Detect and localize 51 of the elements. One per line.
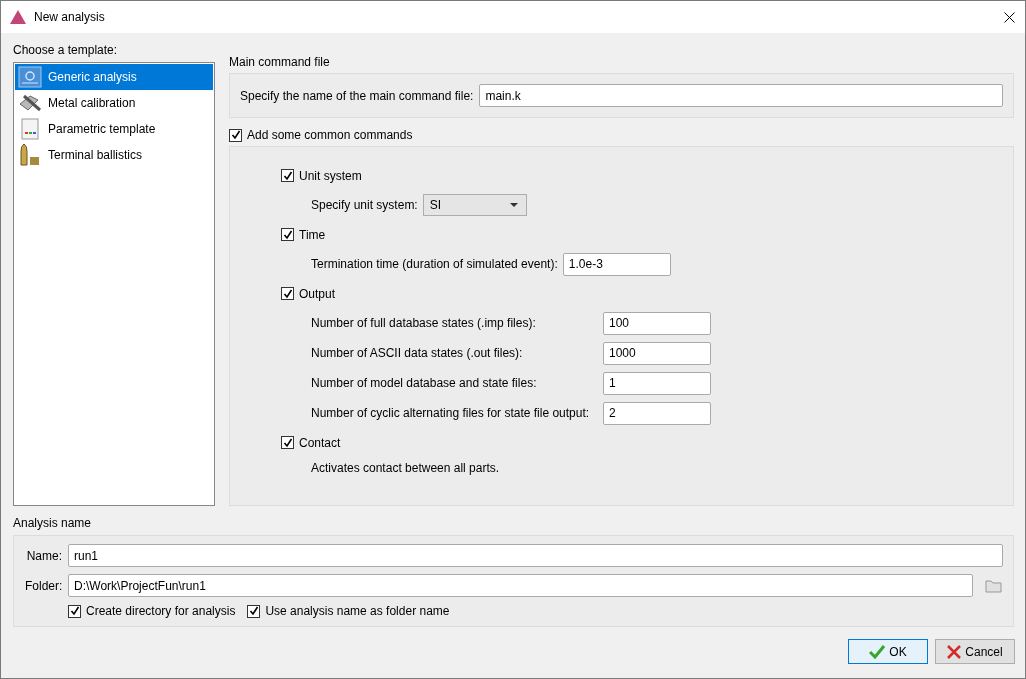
- group-heading: Analysis name: [13, 516, 93, 530]
- cancel-button[interactable]: Cancel: [935, 639, 1015, 664]
- checkbox[interactable]: [281, 287, 294, 300]
- field-label: Specify the name of the main command file:: [240, 88, 474, 103]
- template-item[interactable]: Generic analysis: [15, 64, 213, 90]
- checkbox[interactable]: [281, 228, 294, 241]
- input-field[interactable]: 2: [603, 401, 711, 425]
- input-field[interactable]: 1.0e-3: [562, 252, 671, 276]
- field-label: Name:: [25, 548, 62, 563]
- template-item[interactable]: Terminal ballistics: [15, 142, 213, 168]
- field-label: Number of cyclic alternating files for state file output:: [311, 406, 591, 420]
- checkbox-label: Use analysis name as folder name: [265, 604, 450, 618]
- checkbox-label: Time: [299, 227, 326, 242]
- checkmark-icon: [869, 644, 886, 659]
- field-label: Number of full database states (.imp files):: [311, 316, 537, 330]
- field-label: Number of ASCII data states (.out files):: [311, 346, 524, 360]
- template-item[interactable]: Metal calibration: [15, 90, 213, 116]
- ok-button[interactable]: OK: [848, 639, 928, 664]
- close-icon[interactable]: [1004, 11, 1015, 23]
- bullet-icon: [18, 143, 42, 167]
- cross-icon: [947, 644, 962, 659]
- checkbox-label: Add some common commands: [247, 128, 413, 142]
- template-list-label: Choose a template:: [13, 43, 119, 57]
- wrench-metal-icon: [18, 92, 42, 114]
- unit-dropdown[interactable]: SI: [422, 194, 527, 216]
- checkbox-label: Output: [299, 286, 336, 301]
- caret-icon: [509, 203, 518, 207]
- app-logo-icon: [10, 10, 26, 24]
- checkbox-label: Create directory for analysis: [86, 604, 236, 618]
- window-title: New analysis: [34, 10, 106, 24]
- field-label: Specify unit system:: [311, 198, 418, 212]
- input-field[interactable]: D:\Work\ProjectFun\run1: [68, 574, 973, 597]
- checkbox-label: Unit system: [299, 168, 362, 183]
- input-field[interactable]: main.k: [479, 84, 1003, 107]
- input-field[interactable]: 1000: [603, 341, 711, 365]
- group-heading: Main command file: [229, 55, 331, 69]
- input-field[interactable]: run1: [68, 544, 1003, 567]
- template-item[interactable]: Parametric template: [15, 116, 213, 142]
- note-text: Activates contact between all parts.: [311, 461, 500, 475]
- checkbox[interactable]: [247, 604, 261, 618]
- input-field[interactable]: 100: [603, 311, 711, 335]
- checkbox[interactable]: [68, 604, 81, 618]
- input-field[interactable]: 1: [603, 371, 711, 395]
- checkbox[interactable]: [281, 436, 294, 449]
- field-label: Termination time (duration of simulated event):: [311, 257, 558, 271]
- document-icon: [18, 118, 42, 140]
- field-label: Folder:: [25, 578, 62, 593]
- field-label: Number of model database and state files:: [311, 376, 538, 390]
- checkbox-label: Contact: [299, 435, 341, 450]
- checkbox[interactable]: [229, 128, 242, 142]
- checkbox[interactable]: [281, 169, 294, 182]
